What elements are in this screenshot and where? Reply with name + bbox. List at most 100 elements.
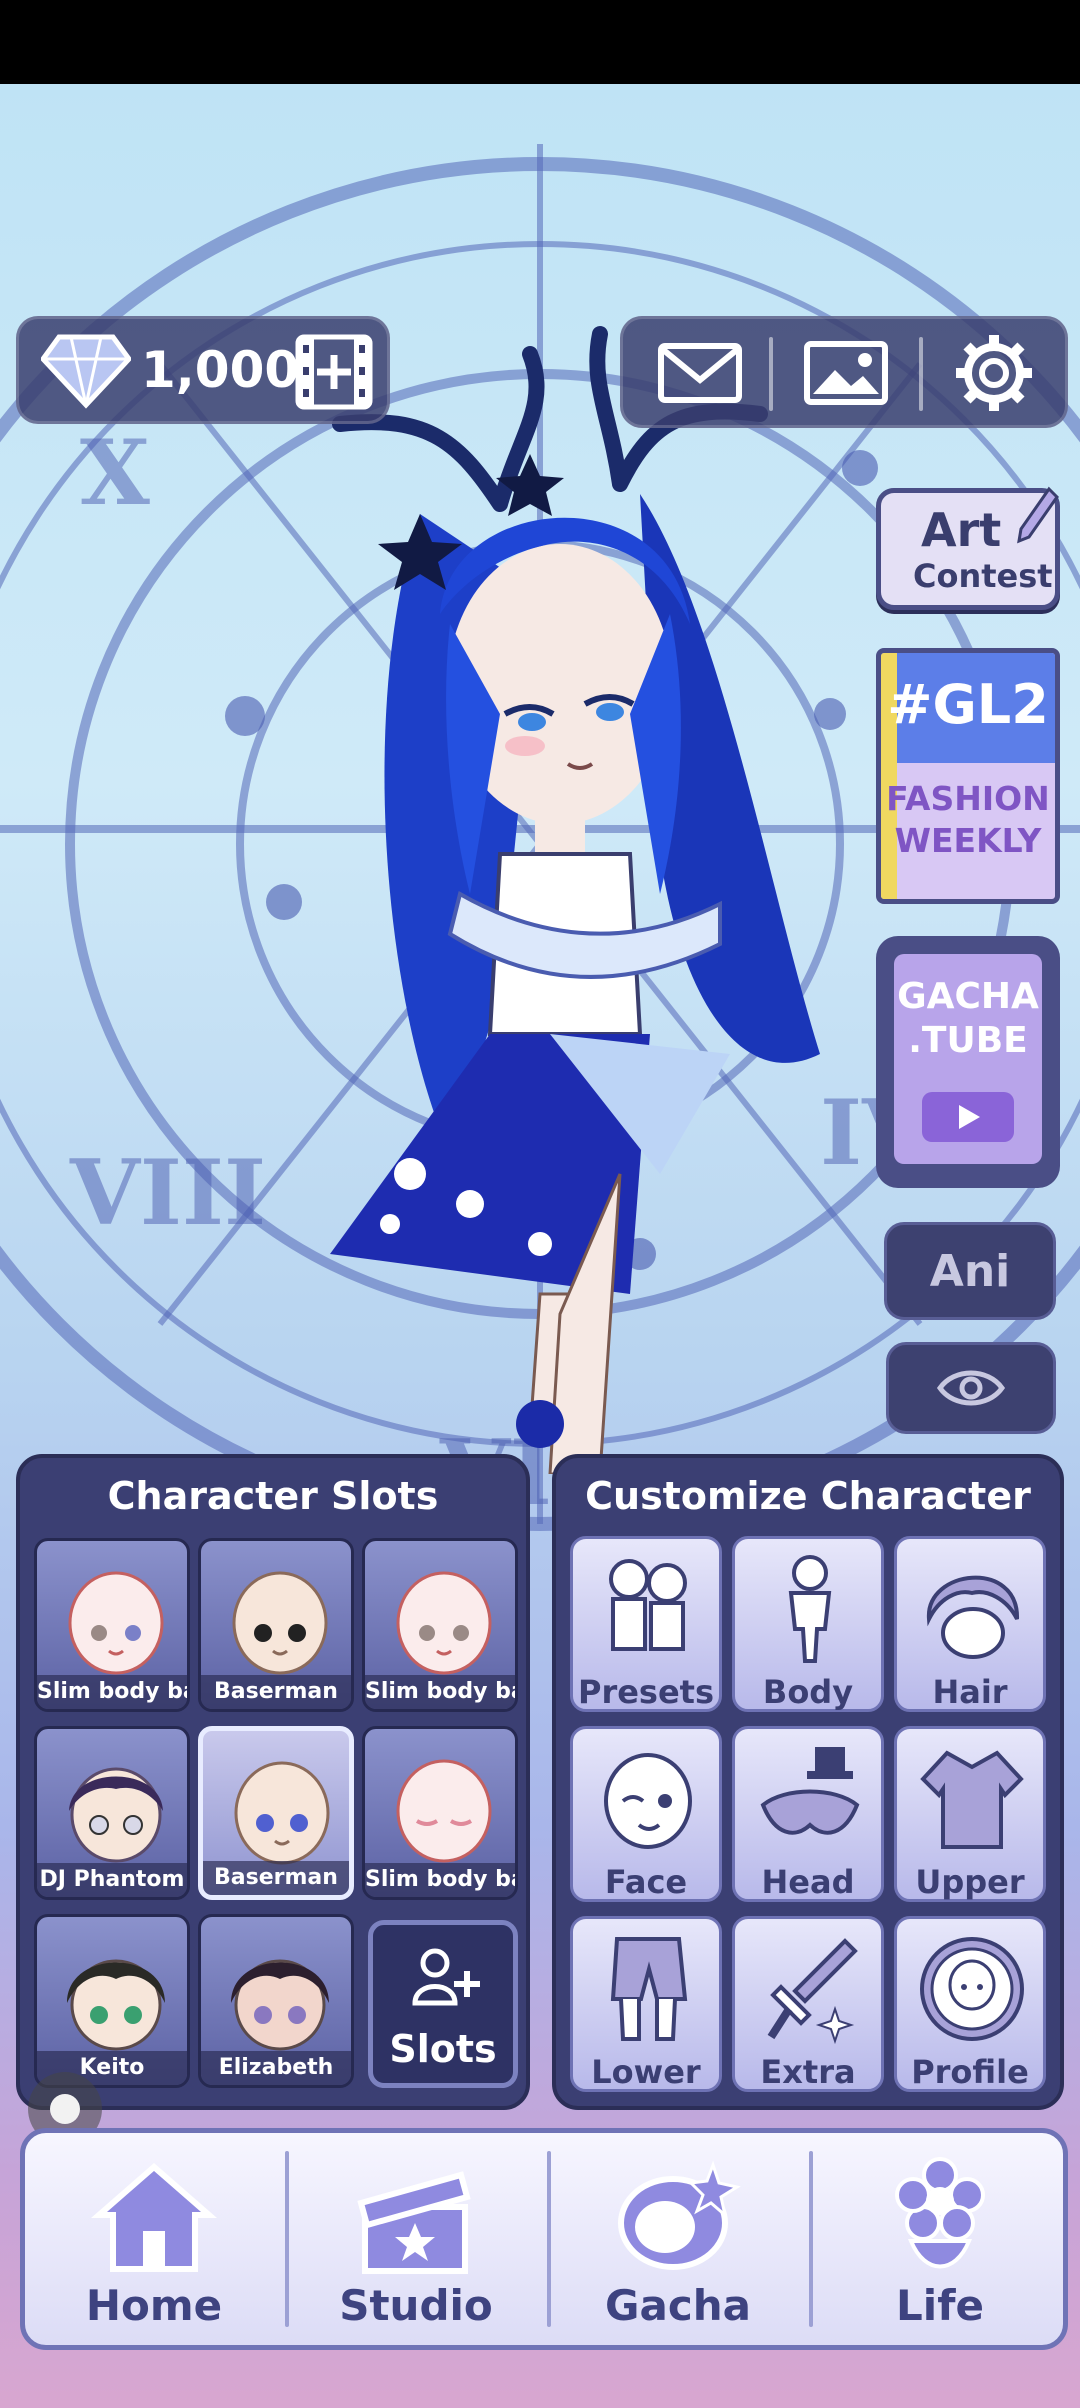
face-icon [604,1753,692,1849]
mail-button[interactable] [635,329,765,417]
character-slot-label: Baserman [203,1861,349,1895]
customize-profile-label: Profile [911,2053,1029,2091]
character-face [396,1571,492,1675]
add-slots-button[interactable]: Slots [368,1920,518,2088]
add-currency-button[interactable] [294,333,374,411]
nav-studio-label: Studio [339,2281,493,2330]
hair-icon [926,1575,1020,1659]
customize-hair-button[interactable]: Hair [894,1536,1046,1712]
profile-icon [920,1937,1024,2041]
gacha-tube-button[interactable]: GACHA .TUBE [876,936,1060,1188]
mask-hat-icon [760,1747,860,1835]
gacha-tube-line2: .TUBE [908,1020,1028,1061]
svg-text:VIII: VIII [69,1140,266,1246]
sword-icon [767,1938,858,2045]
pencil-icon [1017,486,1059,544]
nav-studio[interactable]: Studio [287,2133,545,2345]
presets-icon [609,1559,687,1651]
art-contest-title: Art [921,503,1002,557]
customize-extra-label: Extra [760,2053,856,2091]
customize-head-button[interactable]: Head [732,1726,884,1902]
clapperboard-icon [357,2171,471,2274]
gear-icon [956,335,1032,411]
nav-home[interactable]: Home [25,2133,283,2345]
character-face [232,1571,328,1675]
customize-face-label: Face [604,1863,688,1901]
character-face [69,1767,163,1863]
ani-button[interactable]: Ani [884,1222,1056,1320]
character-slot-label: Baserman [201,1675,351,1709]
settings-button[interactable] [929,329,1059,417]
diamond-icon [41,334,131,409]
toolbar-divider [919,337,923,411]
art-contest-subtitle: Contest [913,557,1053,595]
nav-life-label: Life [896,2281,984,2330]
character-slot-label: Slim body bas [37,1675,187,1709]
fashion-weekly-button[interactable]: #GL2 FASHION WEEKLY [876,648,1060,904]
customize-face-button[interactable]: Face [570,1726,722,1902]
customize-upper-label: Upper [915,1863,1025,1901]
customize-lower-button[interactable]: Lower [570,1916,722,2092]
customize-extra-button[interactable]: Extra [732,1916,884,2092]
currency-amount: 1,000 [141,341,300,399]
character-slot[interactable]: Keito [34,1914,190,2088]
customize-character-panel: Customize Character Presets Body Hair Fa… [552,1454,1064,2110]
body-icon [788,1555,832,1663]
character-slot-label: Slim body bas [365,1675,515,1709]
character-slot[interactable]: Elizabeth [198,1914,354,2088]
customize-lower-label: Lower [591,2053,701,2091]
fashion-weekly-tag: #GL2 [887,673,1049,736]
character-slot[interactable]: Slim body bas [362,1538,518,1712]
character-slots-panel: Character Slots Slim body bas Baserman [16,1454,530,2110]
nav-home-label: Home [85,2281,223,2330]
image-icon [804,341,888,405]
gacha-tube-line1: GACHA [897,976,1039,1017]
currency-panel: 1,000 [16,316,390,424]
character-slot[interactable]: DJ Phantom [34,1726,190,1900]
nav-gacha-label: Gacha [605,2281,751,2330]
ani-label: Ani [929,1245,1011,1297]
character-slot-selected[interactable]: Baserman [198,1726,354,1900]
character-face [67,1959,165,2051]
film-plus-icon [295,334,373,410]
character-slot[interactable]: Slim body bas [34,1538,190,1712]
customize-body-button[interactable]: Body [732,1536,884,1712]
nav-gacha[interactable]: Gacha [549,2133,807,2345]
fashion-weekly-line2: WEEKLY [894,821,1042,860]
character-slot[interactable]: Baserman [198,1538,354,1712]
visibility-toggle-button[interactable] [886,1342,1056,1434]
character-slots-title: Character Slots [107,1474,439,1518]
eye-icon [936,1370,1006,1406]
customize-upper-button[interactable]: Upper [894,1726,1046,1902]
art-contest-button[interactable]: Art Contest [876,486,1060,610]
customize-body-label: Body [762,1673,854,1711]
customize-head-label: Head [761,1863,855,1901]
add-user-icon [412,1948,480,2006]
character-slot[interactable]: Slim body bas [362,1726,518,1900]
character-slot-label: DJ Phantom [37,1863,187,1897]
character-face [68,1571,164,1675]
toolbar-divider [769,337,773,411]
mail-icon [658,343,742,403]
customize-presets-label: Presets [577,1673,715,1711]
character-slot-label: Elizabeth [201,2051,351,2085]
top-right-toolbar [620,316,1068,428]
bottom-navigation: Home Studio Gacha Life [20,2128,1068,2350]
svg-text:X: X [80,420,150,526]
game-scene: X VIII IV VI [0,84,1080,2408]
customize-profile-button[interactable]: Profile [894,1916,1046,2092]
fashion-weekly-line1: FASHION [886,779,1050,818]
customize-hair-label: Hair [932,1673,1008,1711]
game-screen: X VIII IV VI [0,0,1080,2408]
add-slots-label: Slots [389,2027,497,2071]
character-face [234,1761,330,1865]
pants-icon [610,1937,688,2041]
gallery-button[interactable] [781,329,911,417]
character-slot-label: Slim body bas [365,1863,515,1897]
customize-character-title: Customize Character [585,1474,1031,1518]
customize-presets-button[interactable]: Presets [570,1536,722,1712]
character-avatar[interactable] [300,294,860,1474]
nav-life[interactable]: Life [811,2133,1069,2345]
play-icon [922,1092,1014,1142]
status-bar [0,0,1080,84]
